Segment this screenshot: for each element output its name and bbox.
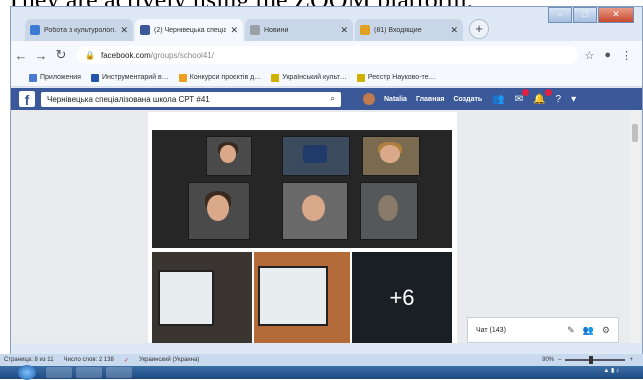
close-tab-icon[interactable]: ✕ [230, 25, 238, 36]
word-status-bar: Страница: 8 из 11 Число слов: 2 138 ✓ Ук… [0, 354, 643, 366]
news-icon [250, 25, 260, 35]
bookmark-star-icon[interactable]: ☆ [584, 49, 594, 62]
facebook-header: f Чернівецька спеціалізована школа СРТ #… [11, 88, 642, 110]
avatar[interactable] [363, 93, 375, 105]
bookmark-icon [356, 73, 365, 82]
doc-icon [30, 25, 40, 35]
bookmark-culture[interactable]: Український культ… [271, 73, 347, 82]
tab-strip: Робота з культурологі… ✕ (2) Чернівецька… [25, 17, 489, 41]
bookmark-icon [271, 73, 280, 82]
post-photo-more[interactable]: +6 [352, 252, 452, 343]
apps-grid-icon [29, 73, 37, 82]
participant-tile [206, 136, 252, 176]
mail-icon [360, 25, 370, 35]
zoom-session-photo[interactable] [152, 130, 452, 248]
tab-news[interactable]: Новини ✕ [245, 19, 353, 41]
tab-inbox[interactable]: (81) Входящие ✕ [355, 19, 463, 41]
participant-tile [188, 182, 250, 240]
close-window-button[interactable]: ✕ [598, 7, 634, 23]
bookmark-registry[interactable]: Реєстр Науково-те… [356, 73, 436, 82]
compose-icon[interactable]: ✎ [567, 325, 575, 336]
notifications-bell-icon[interactable]: 🔔 [533, 88, 552, 105]
system-tray: ▲ ▮ ♪ [603, 368, 619, 374]
vertical-scrollbar[interactable] [630, 110, 640, 343]
laptop-screen [158, 270, 214, 326]
close-tab-icon[interactable]: ✕ [450, 25, 458, 36]
taskbar-app[interactable] [76, 367, 102, 378]
back-arrow-icon[interactable]: ← [11, 48, 31, 63]
close-tab-icon[interactable]: ✕ [340, 25, 348, 36]
bookmark-contests[interactable]: Конкурси проєктів д… [178, 73, 261, 82]
scrollbar-thumb[interactable] [632, 124, 638, 142]
browser-toolbar: ← → ↻ 🔒 facebook.com/groups/school41/ ☆ … [11, 41, 642, 69]
browser-window: – □ ✕ Робота з культурологі… ✕ (2) Черні… [10, 6, 643, 372]
zoom-control: 90% – + [542, 356, 633, 364]
participant-tile [362, 136, 420, 176]
chat-bar[interactable]: Чат (143) ✎ 👥 ⚙ [467, 317, 619, 343]
reload-icon[interactable]: ↻ [51, 47, 71, 63]
zoom-slider[interactable] [565, 356, 626, 364]
facebook-logo-icon[interactable]: f [19, 91, 35, 107]
maximize-button[interactable]: □ [573, 7, 597, 23]
lock-icon: 🔒 [85, 50, 95, 60]
facebook-search-input[interactable]: Чернівецька спеціалізована школа СРТ #41… [41, 91, 341, 107]
bookmark-apps[interactable]: Приложения [29, 73, 81, 82]
menu-dots-icon[interactable]: ⋮ [621, 49, 632, 62]
notification-badge [544, 88, 552, 96]
help-icon[interactable]: ? [556, 94, 562, 105]
spellcheck-icon[interactable]: ✓ [124, 357, 129, 364]
feed-area: +6 Чат (143) ✎ 👥 ⚙ [11, 110, 642, 343]
participant-tile [282, 136, 350, 176]
settings-gear-icon[interactable]: ⚙ [602, 325, 610, 336]
windows-taskbar: ▲ ▮ ♪ [0, 365, 643, 380]
profile-icon[interactable]: ● [604, 49, 611, 62]
close-tab-icon[interactable]: ✕ [120, 25, 128, 36]
taskbar-app[interactable] [106, 367, 132, 378]
tab-culturology[interactable]: Робота з культурологі… ✕ [25, 19, 133, 41]
forward-arrow-icon[interactable]: → [31, 48, 51, 63]
facebook-icon [140, 25, 150, 35]
bookmarks-bar: Приложения Инструментарий в… Конкурси пр… [11, 69, 642, 87]
create-link[interactable]: Создать [453, 96, 482, 103]
minimize-button[interactable]: – [548, 7, 572, 23]
friends-icon[interactable]: 👥 [492, 94, 504, 105]
window-controls: – □ ✕ [548, 7, 634, 23]
zoom-out-icon[interactable]: – [558, 357, 561, 363]
post-photo[interactable] [152, 252, 252, 343]
bookmark-icon [90, 73, 99, 82]
bookmark-tools[interactable]: Инструментарий в… [90, 73, 169, 82]
laptop-screen [258, 266, 328, 326]
zoom-in-icon[interactable]: + [629, 357, 633, 363]
new-group-icon[interactable]: 👥 [583, 325, 594, 336]
new-tab-button[interactable]: + [469, 19, 489, 39]
address-bar[interactable]: 🔒 facebook.com/groups/school41/ [77, 46, 579, 64]
more-photos-overlay[interactable]: +6 [352, 252, 452, 343]
post-photo[interactable] [254, 252, 350, 343]
home-link[interactable]: Главная [416, 96, 444, 103]
messenger-icon[interactable]: ✉ [515, 88, 530, 105]
participant-tile [282, 182, 348, 240]
group-post: +6 [148, 112, 457, 343]
participant-tile [360, 182, 418, 240]
profile-link[interactable]: Natalia [384, 96, 407, 103]
start-button[interactable] [18, 365, 36, 380]
taskbar-app[interactable] [46, 367, 72, 378]
search-icon[interactable]: ⌕ [331, 94, 335, 104]
bookmark-icon [178, 73, 187, 82]
account-menu-icon[interactable]: ▾ [571, 94, 576, 105]
notification-badge [522, 88, 530, 96]
tab-facebook-group[interactable]: (2) Чернівецька спеціал… ✕ [135, 19, 243, 41]
